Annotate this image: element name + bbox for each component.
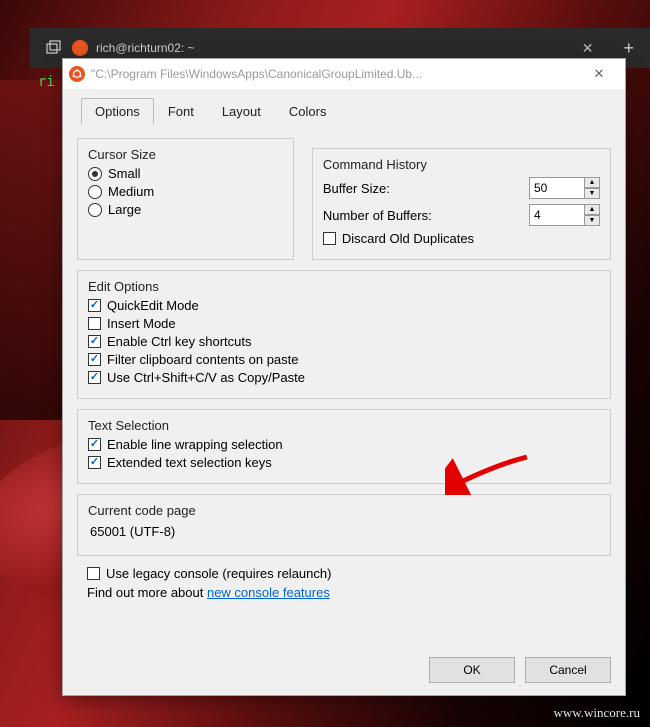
command-history-group: Command History Buffer Size: ▲▼ Number o… <box>312 148 611 260</box>
new-console-features-link[interactable]: new console features <box>207 585 330 600</box>
spin-up[interactable]: ▲ <box>584 177 600 188</box>
tabs-icon <box>46 40 62 56</box>
tab-strip: Options Font Layout Colors <box>81 97 611 124</box>
num-buffers-input[interactable] <box>529 204 585 226</box>
check-ctrl-shift-copy-paste[interactable]: Use Ctrl+Shift+C/V as Copy/Paste <box>88 370 600 385</box>
radio-icon <box>88 167 102 181</box>
close-button[interactable]: ✕ <box>579 66 619 82</box>
checkbox-icon <box>88 353 101 366</box>
cursor-size-group: Cursor Size Small Medium Large <box>77 138 294 260</box>
radio-large[interactable]: Large <box>88 202 283 217</box>
buffer-size-label: Buffer Size: <box>323 181 390 196</box>
checkbox-label: Discard Old Duplicates <box>342 231 474 246</box>
checkbox-label: Enable Ctrl key shortcuts <box>107 334 252 349</box>
cancel-button[interactable]: Cancel <box>525 657 611 683</box>
check-legacy-console[interactable]: Use legacy console (requires relaunch) <box>87 566 611 581</box>
buffer-size-input[interactable] <box>529 177 585 199</box>
tab-colors[interactable]: Colors <box>275 98 341 125</box>
edit-options-label: Edit Options <box>88 279 600 294</box>
check-line-wrapping[interactable]: Enable line wrapping selection <box>88 437 600 452</box>
new-tab-button[interactable]: + <box>623 38 634 59</box>
checkbox-label: Extended text selection keys <box>107 455 272 470</box>
checkbox-label: Insert Mode <box>107 316 176 331</box>
radio-label: Large <box>108 202 141 217</box>
properties-dialog: "C:\Program Files\WindowsApps\CanonicalG… <box>62 58 626 696</box>
checkbox-icon <box>88 335 101 348</box>
checkbox-label: QuickEdit Mode <box>107 298 199 313</box>
spin-down[interactable]: ▼ <box>584 188 600 199</box>
checkbox-icon <box>88 317 101 330</box>
text-selection-label: Text Selection <box>88 418 600 433</box>
code-page-value: 65001 (UTF-8) <box>88 522 600 545</box>
check-ctrl-shortcuts[interactable]: Enable Ctrl key shortcuts <box>88 334 600 349</box>
tab-font[interactable]: Font <box>154 98 208 125</box>
checkbox-icon <box>88 299 101 312</box>
spin-down[interactable]: ▼ <box>584 215 600 226</box>
num-buffers-label: Number of Buffers: <box>323 208 432 223</box>
cursor-size-label: Cursor Size <box>88 147 283 162</box>
ubuntu-icon <box>72 40 88 56</box>
discard-old-checkbox[interactable]: Discard Old Duplicates <box>323 231 600 246</box>
radio-icon <box>88 203 102 217</box>
checkbox-icon <box>88 438 101 451</box>
checkbox-icon <box>88 371 101 384</box>
code-page-label: Current code page <box>88 503 600 518</box>
dialog-title: "C:\Program Files\WindowsApps\CanonicalG… <box>91 67 579 81</box>
radio-label: Small <box>108 166 141 181</box>
check-quickedit[interactable]: QuickEdit Mode <box>88 298 600 313</box>
more-info-prefix: Find out more about <box>87 585 207 600</box>
radio-medium[interactable]: Medium <box>88 184 283 199</box>
checkbox-label: Enable line wrapping selection <box>107 437 283 452</box>
tab-close-icon[interactable]: ✕ <box>582 40 594 57</box>
radio-icon <box>88 185 102 199</box>
dialog-body: Options Font Layout Colors Cursor Size S… <box>63 89 625 610</box>
checkbox-icon <box>87 567 100 580</box>
ubuntu-icon <box>69 66 85 82</box>
checkbox-label: Use Ctrl+Shift+C/V as Copy/Paste <box>107 370 305 385</box>
command-history-label: Command History <box>323 157 600 172</box>
terminal-tab-title: rich@richturn02: ~ <box>96 41 195 55</box>
radio-small[interactable]: Small <box>88 166 283 181</box>
check-insert-mode[interactable]: Insert Mode <box>88 316 600 331</box>
tab-options[interactable]: Options <box>81 98 154 125</box>
checkbox-label: Use legacy console (requires relaunch) <box>106 566 331 581</box>
check-extended-selection[interactable]: Extended text selection keys <box>88 455 600 470</box>
dialog-titlebar: "C:\Program Files\WindowsApps\CanonicalG… <box>63 59 625 89</box>
ok-button[interactable]: OK <box>429 657 515 683</box>
checkbox-icon <box>323 232 336 245</box>
checkbox-label: Filter clipboard contents on paste <box>107 352 299 367</box>
spin-up[interactable]: ▲ <box>584 204 600 215</box>
tab-layout[interactable]: Layout <box>208 98 275 125</box>
checkbox-icon <box>88 456 101 469</box>
check-filter-clipboard[interactable]: Filter clipboard contents on paste <box>88 352 600 367</box>
code-page-group: Current code page 65001 (UTF-8) <box>77 494 611 556</box>
edit-options-group: Edit Options QuickEdit Mode Insert Mode … <box>77 270 611 399</box>
text-selection-group: Text Selection Enable line wrapping sele… <box>77 409 611 484</box>
watermark: www.wincore.ru <box>553 705 640 721</box>
radio-label: Medium <box>108 184 154 199</box>
more-info-row: Find out more about new console features <box>87 585 611 600</box>
